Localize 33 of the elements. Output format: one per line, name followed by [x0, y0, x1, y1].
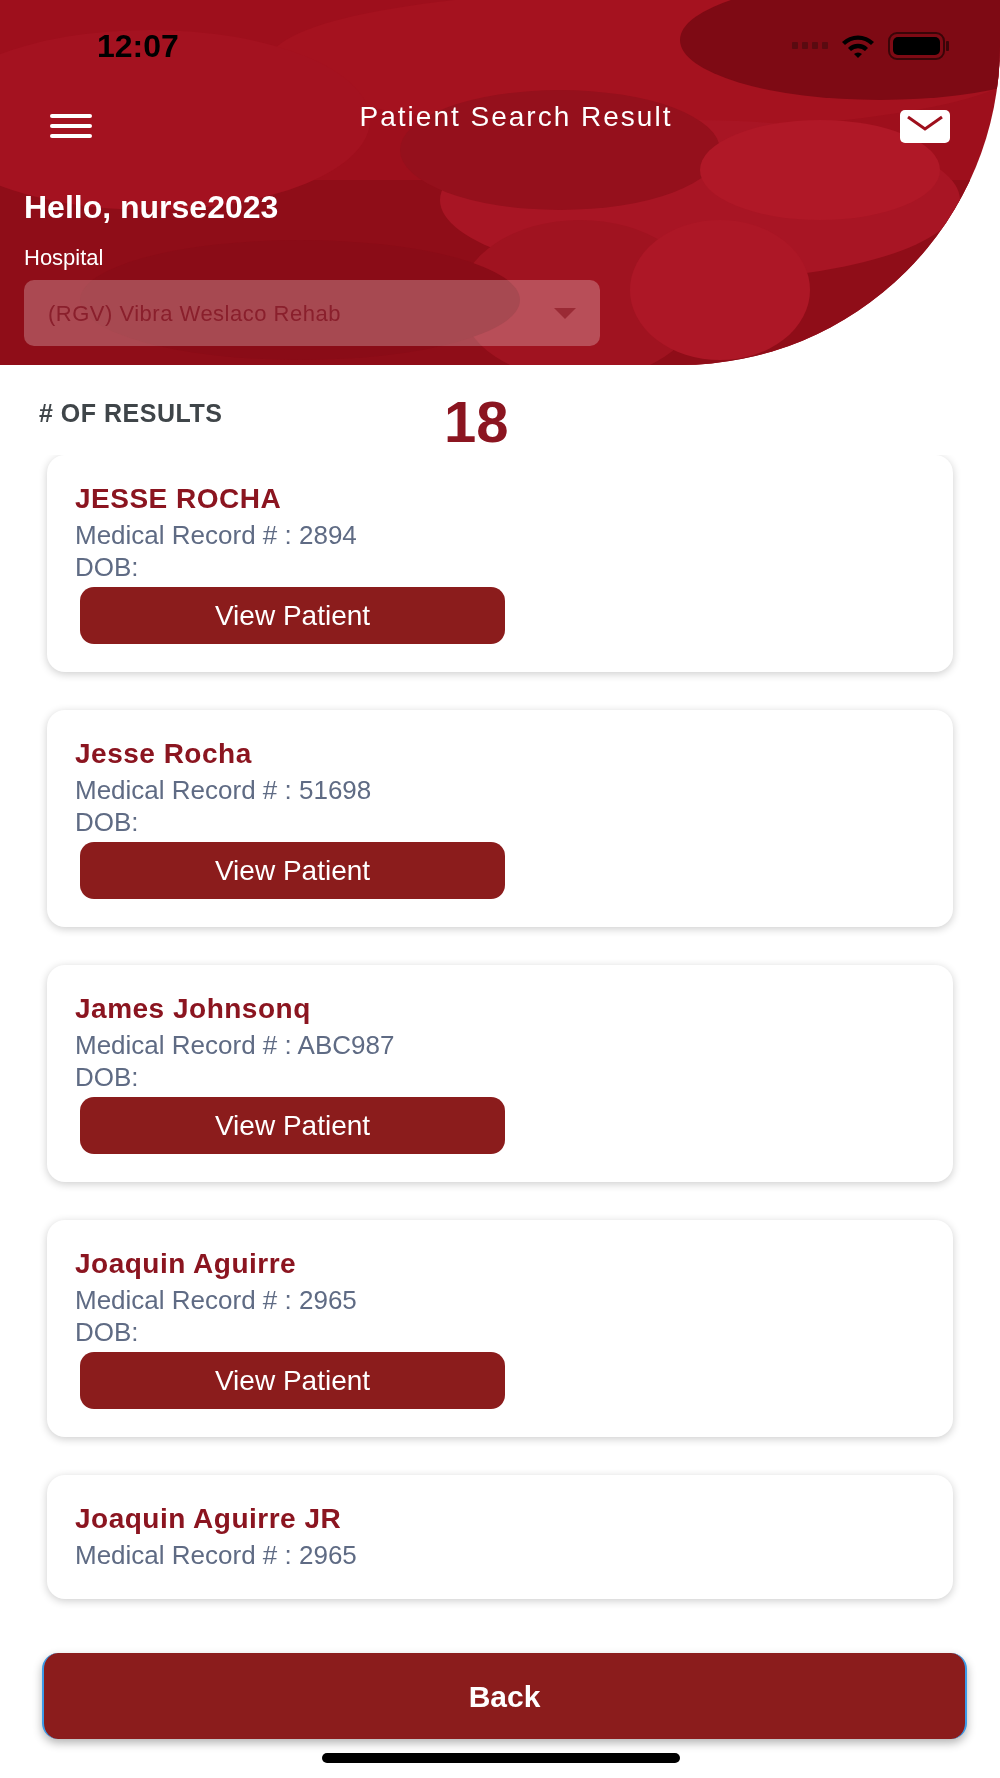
patient-name: Jesse Rocha — [75, 737, 253, 771]
view-patient-button[interactable]: View Patient — [80, 1352, 505, 1409]
medical-record: Medical Record # : 2965 — [75, 1284, 358, 1316]
greeting: Hello, nurse2023 — [24, 188, 280, 227]
menu-button[interactable] — [50, 114, 92, 138]
patient-name: James Johnsonq — [75, 992, 312, 1026]
medical-record: Medical Record # : 2965 — [75, 1539, 358, 1571]
medical-record: Medical Record # : ABC987 — [75, 1029, 396, 1061]
signal-icon — [792, 42, 828, 50]
view-patient-button[interactable]: View Patient — [80, 842, 505, 899]
dob-label: DOB: — [75, 1316, 140, 1348]
medical-record: Medical Record # : 2894 — [75, 519, 358, 551]
patient-name: JESSE ROCHA — [75, 482, 283, 516]
results-count: 18 — [444, 393, 509, 451]
wifi-icon — [840, 33, 876, 59]
status-time: 12:07 — [97, 27, 179, 66]
view-patient-button[interactable]: View Patient — [80, 587, 505, 644]
menu-icon — [50, 114, 92, 138]
mail-button[interactable] — [900, 110, 950, 143]
hospital-label: Hospital — [24, 244, 105, 272]
patient-name: Joaquin Aguirre JR — [75, 1502, 343, 1536]
dob-label: DOB: — [75, 1061, 140, 1093]
patient-name: Joaquin Aguirre — [75, 1247, 298, 1281]
dob-label: DOB: — [75, 551, 140, 583]
medical-record: Medical Record # : 51698 — [75, 774, 373, 806]
mail-icon — [900, 110, 950, 143]
dob-label: DOB: — [75, 806, 140, 838]
battery-icon — [888, 32, 950, 60]
results-label: # OF RESULTS — [39, 398, 223, 429]
page-title: Patient Search Result — [359, 100, 673, 134]
caret-icon — [554, 307, 576, 319]
back-button[interactable]: Back — [42, 1653, 967, 1739]
view-patient-button[interactable]: View Patient — [80, 1097, 505, 1154]
